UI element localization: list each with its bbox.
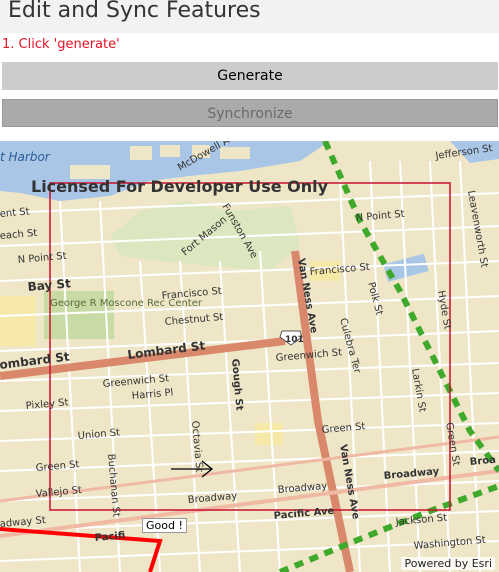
- street-label: Broa: [469, 455, 496, 468]
- street-label: Green St: [35, 459, 80, 474]
- street-label: Octavia St: [189, 420, 204, 473]
- esri-attribution: Powered by Esri: [401, 557, 495, 570]
- street-label: N Point St: [355, 209, 405, 224]
- street-label: each St: [0, 228, 38, 242]
- developer-watermark: Licensed For Developer Use Only: [31, 177, 329, 196]
- street-label: Union St: [77, 427, 120, 442]
- street-label: Green St: [321, 421, 366, 436]
- street-label: Chestnut St: [164, 312, 223, 328]
- synchronize-button[interactable]: Synchronize: [2, 99, 498, 127]
- popup-callout: Good !: [142, 518, 187, 533]
- harbor-label: t Harbor: [0, 150, 51, 164]
- map-canvas: t Harbor McDowell Ave Jefferson St Funst…: [0, 141, 499, 572]
- highway-number: 101: [285, 335, 304, 345]
- instruction-text: 1. Click 'generate': [2, 37, 120, 52]
- street-label: Buchanan St: [105, 453, 121, 517]
- street-label: Harris Pl: [131, 387, 173, 402]
- street-label: adway St: [0, 515, 46, 530]
- street-label: Pacifi: [94, 530, 125, 544]
- street-label: N Point St: [17, 251, 67, 266]
- street-label: ent St: [0, 206, 30, 220]
- street-label: Greenwich St: [102, 373, 169, 390]
- street-label: Culebra Ter: [337, 317, 363, 375]
- street-label: Pixley St: [25, 397, 69, 412]
- page-title: Edit and Sync Features: [8, 0, 261, 23]
- street-label: Leavenworth St: [465, 190, 489, 269]
- title-bar: Edit and Sync Features: [0, 0, 499, 33]
- street-label: Polk St: [365, 281, 384, 317]
- map-view[interactable]: t Harbor McDowell Ave Jefferson St Funst…: [0, 141, 499, 572]
- generate-button[interactable]: Generate: [2, 62, 498, 90]
